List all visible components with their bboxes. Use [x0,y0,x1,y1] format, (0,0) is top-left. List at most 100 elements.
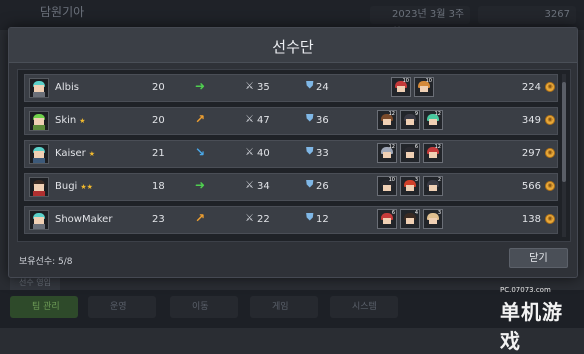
shield-icon: ⛊ [306,212,314,223]
portrait-face [34,184,44,191]
champion-face [420,86,428,92]
star-rating: ★★ [80,183,93,191]
champion-icon[interactable]: 12 [423,110,443,130]
portrait-face [34,217,44,224]
champion-icon[interactable]: 12 [377,110,397,130]
champion-face [383,185,391,191]
coin-icon: ◉ [545,82,555,92]
portrait-face [34,85,44,92]
shield-icon: ⛊ [306,179,314,190]
champion-mastery: 10 [388,177,395,183]
sword-icon: ⚔ [245,114,254,125]
date-display: 2023년 3월 3주차 [370,6,470,38]
defense-stat: 33 [316,148,329,159]
player-age: 21 [152,148,165,159]
champion-mastery: 10 [425,78,432,84]
champion-icon[interactable]: 3 [423,209,443,229]
shield-icon: ⛊ [306,146,314,157]
player-portrait [29,144,49,164]
nav-team-management[interactable]: 팀 관리 [10,296,78,318]
champion-icon[interactable]: 12 [377,143,397,163]
champion-icon[interactable]: 6 [377,209,397,229]
portrait-body [33,92,45,97]
champion-face [429,119,437,125]
champion-mastery: 12 [388,144,395,150]
nav-operation[interactable]: 운영 [88,296,156,318]
nav-system[interactable]: 시스템 [330,296,398,318]
player-row[interactable]: Kaiser ★ 21 ↘ ⚔ 40 ⛊ 33 12 6 12 297 ◉ [24,140,558,168]
player-row[interactable]: Bugi ★★ 18 ➜ ⚔ 34 ⛊ 26 10 3 2 566 ◉ [24,173,558,201]
sword-icon: ⚔ [245,81,254,92]
team-name: 담원기아 [40,5,85,19]
defense-stat: 36 [316,115,329,126]
champion-mastery: 12 [434,111,441,117]
trend-arrow-icon: ↗ [195,112,206,126]
champion-mastery: 6 [391,210,395,216]
player-portrait [29,210,49,230]
nav-game[interactable]: 게임 [250,296,318,318]
player-name-cell: Skin ★ [55,115,86,126]
roster-dialog: 선수단 Albis 20 ➜ ⚔ 35 ⛊ 24 10 10 224 ◉ Ski… [8,27,578,278]
champion-icon[interactable]: 10 [414,77,434,97]
attack-stat: 47 [257,115,270,126]
attack-stat: 40 [257,148,270,159]
champion-icon[interactable]: 9 [400,110,420,130]
player-age: 18 [152,181,165,192]
champion-mastery: 3 [437,210,441,216]
coin-icon: ◉ [545,214,555,224]
nav-tag[interactable]: 선수 영입 [10,276,60,290]
champion-face [406,152,414,158]
defense-stat: 12 [316,214,329,225]
player-salary: 349 [521,115,541,126]
trend-arrow-icon: ↘ [195,145,206,159]
player-row[interactable]: ShowMaker 23 ↗ ⚔ 22 ⛊ 12 6 4 3 138 ◉ [24,206,558,234]
nav-move[interactable]: 이동 [170,296,238,318]
coin-icon: ◉ [545,115,555,125]
shield-icon: ⛊ [306,80,314,91]
player-name: Albis [55,82,79,93]
player-portrait [29,78,49,98]
portrait-body [33,125,45,130]
scrollbar[interactable] [562,74,566,237]
player-row[interactable]: Skin ★ 20 ↗ ⚔ 47 ⛊ 36 12 9 12 349 ◉ [24,107,558,135]
player-name-cell: Albis [55,82,82,93]
star-rating: ★ [88,150,96,158]
champion-mastery: 4 [414,210,418,216]
player-age: 20 [152,82,165,93]
champion-icon[interactable]: 10 [391,77,411,97]
dialog-title: 선수단 [272,38,314,56]
champion-icon[interactable]: 6 [400,143,420,163]
champion-face [406,218,414,224]
player-name-cell: Kaiser ★ [55,148,95,159]
player-portrait [29,177,49,197]
champion-mastery: 10 [402,78,409,84]
player-name: Bugi [55,181,78,192]
player-age: 20 [152,115,165,126]
player-name: Kaiser [55,148,86,159]
watermark: PC.07073.com 单机游戏 [500,286,580,353]
champion-face [406,185,414,191]
champion-face [397,86,405,92]
champion-mastery: 2 [437,177,441,183]
champion-face [429,218,437,224]
champion-icon[interactable]: 12 [423,143,443,163]
portrait-body [33,158,45,163]
close-button[interactable]: 닫기 [509,248,568,268]
owned-players-count: 보유선수: 5/8 [19,257,73,267]
champion-icon[interactable]: 4 [400,209,420,229]
attack-stat: 34 [257,181,270,192]
player-portrait [29,111,49,131]
player-row[interactable]: Albis 20 ➜ ⚔ 35 ⛊ 24 10 10 224 ◉ [24,74,558,102]
trend-arrow-icon: ↗ [195,211,206,225]
money-display: 3267 [478,6,576,24]
champion-icon[interactable]: 3 [400,176,420,196]
champion-icon[interactable]: 10 [377,176,397,196]
portrait-face [34,118,44,125]
champion-face [429,152,437,158]
champion-face [383,119,391,125]
player-salary: 297 [521,148,541,159]
scroll-thumb[interactable] [562,82,566,182]
champion-icon[interactable]: 2 [423,176,443,196]
attack-stat: 22 [257,214,270,225]
watermark-text: 单机游戏 [500,300,563,353]
